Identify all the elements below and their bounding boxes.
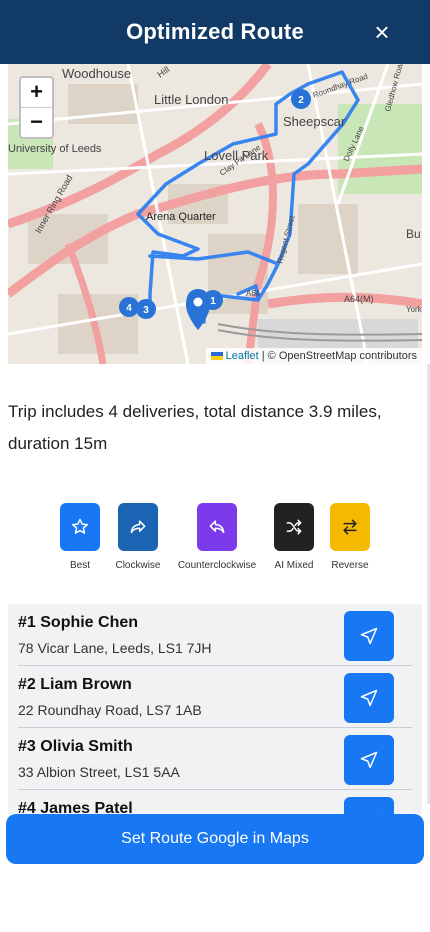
shuffle-icon[interactable] <box>274 503 314 551</box>
delivery-row[interactable]: #2 Liam Brown 22 Roundhay Road, LS7 1AB <box>18 666 412 728</box>
map-label-york: York <box>406 305 422 314</box>
star-icon[interactable] <box>60 503 100 551</box>
navigation-arrow-icon <box>360 751 378 769</box>
page-title: Optimized Route <box>126 19 304 44</box>
delivery-name: #3 Olivia Smith <box>18 738 133 755</box>
svg-text:3: 3 <box>143 305 149 316</box>
mode-label-ai-mixed: AI Mixed <box>274 560 314 571</box>
zoom-control: + − <box>19 76 54 139</box>
delivery-name: #4 James Patel <box>18 800 133 814</box>
map-attribution: Leaflet | © OpenStreetMap contributors <box>205 348 422 364</box>
mode-clockwise[interactable]: Clockwise <box>113 503 163 571</box>
map-label-sheepscar: Sheepscar <box>283 114 346 129</box>
stop-marker-1[interactable]: 1 <box>203 290 223 310</box>
map-label-little-london: Little London <box>154 92 228 107</box>
delivery-name: #1 Sophie Chen <box>18 614 139 631</box>
share-forward-icon[interactable] <box>118 503 158 551</box>
svg-text:2: 2 <box>298 95 304 106</box>
reply-arrow-icon[interactable] <box>197 503 237 551</box>
mode-reverse[interactable]: Reverse <box>330 503 370 571</box>
zoom-in-button[interactable]: + <box>21 78 52 108</box>
attribution-separator: | <box>261 350 265 362</box>
header-bar: Optimized Route × <box>0 0 430 64</box>
map-label-woodhouse: Woodhouse <box>62 66 131 81</box>
stop-marker-2[interactable]: 2 <box>291 89 311 109</box>
mode-label-best: Best <box>69 560 90 571</box>
delivery-row[interactable]: #1 Sophie Chen 78 Vicar Lane, Leeds, LS1… <box>18 604 412 666</box>
map-label-university: University of Leeds <box>8 143 102 155</box>
delivery-address: 22 Roundhay Road, LS7 1AB <box>18 702 202 718</box>
zoom-out-button[interactable]: − <box>21 108 52 137</box>
navigation-arrow-icon <box>360 627 378 645</box>
mode-label-reverse: Reverse <box>331 560 369 571</box>
delivery-list[interactable]: #1 Sophie Chen 78 Vicar Lane, Leeds, LS1… <box>8 604 422 814</box>
mode-ai-mixed[interactable]: AI Mixed <box>269 503 319 571</box>
map-label-bu: Bu <box>406 227 421 241</box>
delivery-row[interactable]: #4 James Patel <box>18 790 412 814</box>
map-label-a64: A64 <box>246 289 261 298</box>
navigate-button[interactable] <box>344 797 394 814</box>
mode-best[interactable]: Best <box>60 503 100 571</box>
close-button[interactable]: × <box>368 17 396 47</box>
stop-marker-3[interactable]: 3 <box>136 299 156 319</box>
route-map[interactable]: Woodhouse Little London Sheepscar Univer… <box>8 64 422 364</box>
svg-text:1: 1 <box>210 296 216 307</box>
navigate-button[interactable] <box>344 611 394 661</box>
svg-text:4: 4 <box>126 303 132 314</box>
map-tiles: Woodhouse Little London Sheepscar Univer… <box>8 64 422 364</box>
ukraine-flag-icon <box>210 352 223 360</box>
mode-counterclockwise[interactable]: Counterclockwise <box>172 503 262 571</box>
leaflet-link[interactable]: Leaflet <box>226 350 259 362</box>
osm-attribution[interactable]: © OpenStreetMap contributors <box>268 350 417 362</box>
delivery-name: #2 Liam Brown <box>18 676 132 693</box>
mode-label-clockwise: Clockwise <box>115 560 161 571</box>
delivery-row[interactable]: #3 Olivia Smith 33 Albion Street, LS1 5A… <box>18 728 412 790</box>
stop-marker-4[interactable]: 4 <box>119 297 139 317</box>
navigate-button[interactable] <box>344 735 394 785</box>
delivery-address: 33 Albion Street, LS1 5AA <box>18 764 180 780</box>
mode-label-counterclockwise: Counterclockwise <box>177 560 257 571</box>
map-label-a64m: A64(M) <box>344 294 374 304</box>
delivery-address: 78 Vicar Lane, Leeds, LS1 7JH <box>18 640 212 656</box>
trip-summary: Trip includes 4 deliveries, total distan… <box>8 402 382 453</box>
navigation-arrow-icon <box>360 689 378 707</box>
swap-arrows-icon[interactable] <box>330 503 370 551</box>
map-label-arena-quarter: Arena Quarter <box>146 211 216 223</box>
set-route-google-maps-button[interactable]: Set Route Google in Maps <box>6 814 424 864</box>
navigate-button[interactable] <box>344 673 394 723</box>
